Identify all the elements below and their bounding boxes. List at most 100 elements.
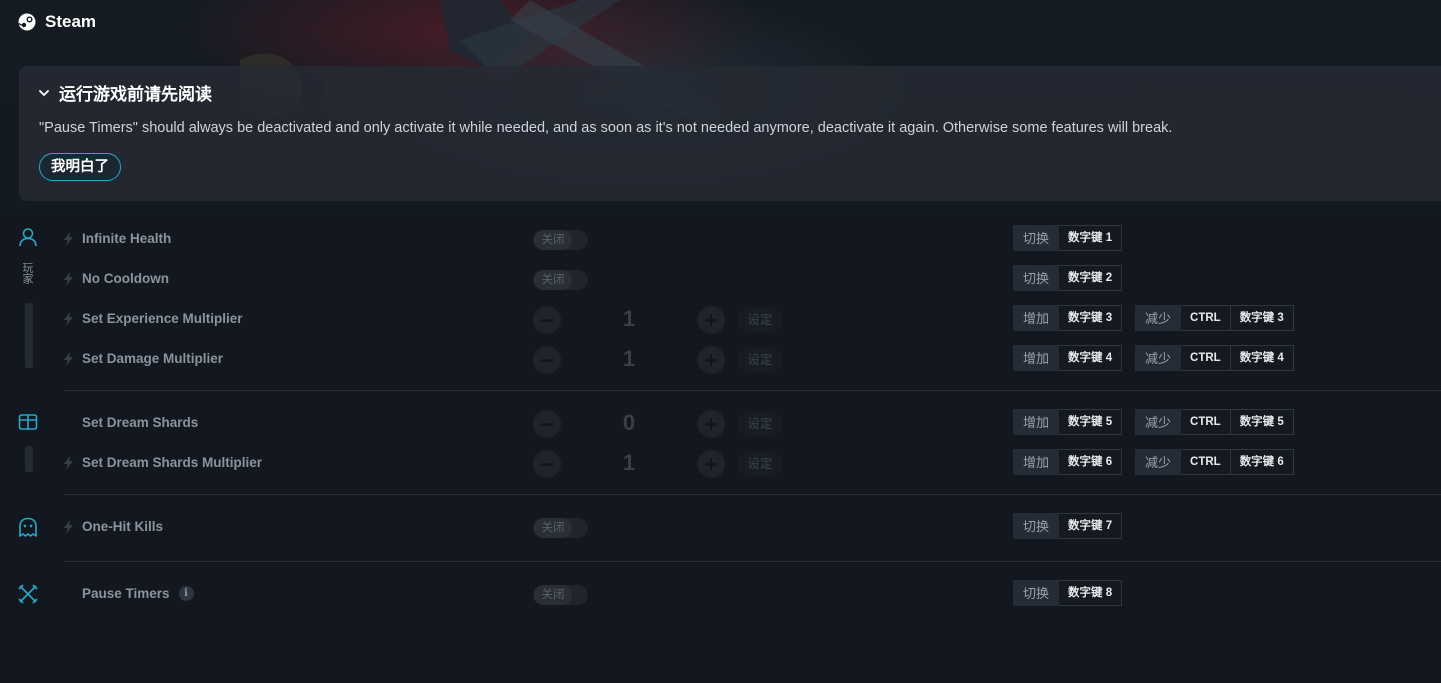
hotkey-decrease[interactable]: 减少 CTRL 数字键 4 <box>1135 345 1294 371</box>
notice-title: 运行游戏前请先阅读 <box>59 85 212 104</box>
hotkey-action-label: 增加 <box>1013 345 1060 371</box>
decrease-button[interactable] <box>533 346 561 374</box>
hotkey-increase[interactable]: 增加 数字键 3 <box>1013 305 1123 331</box>
increase-button[interactable] <box>697 410 725 438</box>
hotkey-key: 数字键 3 <box>1230 305 1294 331</box>
hotkey-modifier: CTRL <box>1181 409 1231 435</box>
cheat-label: No Cooldown <box>82 271 169 286</box>
hotkey-decrease[interactable]: 减少 CTRL 数字键 6 <box>1135 449 1294 475</box>
hotkey-action-label: 减少 <box>1135 305 1182 331</box>
cheat-row-experience-multiplier: Set Experience Multiplier 1 设定 增加 数字键 3 … <box>0 304 1441 334</box>
notice-panel: 运行游戏前请先阅读 "Pause Timers" should always b… <box>19 66 1441 201</box>
toggle-switch[interactable]: 关闭 <box>533 230 588 250</box>
notice-text: "Pause Timers" should always be deactiva… <box>39 120 1173 136</box>
hotkey-key: 数字键 6 <box>1059 449 1123 475</box>
toggle-state-label: 关闭 <box>534 230 572 250</box>
toggle-state-label: 关闭 <box>534 585 572 605</box>
hotkey-action-label: 增加 <box>1013 305 1060 331</box>
hotkey-key: 数字键 1 <box>1059 225 1123 251</box>
apply-button[interactable]: 设定 <box>737 412 783 436</box>
cheat-label: One-Hit Kills <box>82 519 164 534</box>
hotkey-increase[interactable]: 增加 数字键 4 <box>1013 345 1123 371</box>
cheat-row-infinite-health: Infinite Health 关闭 切换 数字键 1 <box>0 224 1441 254</box>
cheat-row-pause-timers: Pause Timers i 关闭 切换 数字键 8 <box>0 579 1441 609</box>
stepper-value: 0 <box>622 410 636 435</box>
hotkey-key: 数字键 2 <box>1059 265 1123 291</box>
toggle-switch[interactable]: 关闭 <box>533 585 588 605</box>
cheat-label: Infinite Health <box>82 231 172 246</box>
cheat-label: Set Experience Multiplier <box>82 311 243 326</box>
cheat-row-no-cooldown: No Cooldown 关闭 切换 数字键 2 <box>0 264 1441 294</box>
hotkey-toggle[interactable]: 切换 数字键 8 <box>1013 580 1123 606</box>
cheat-row-one-hit-kills: One-Hit Kills 关闭 切换 数字键 7 <box>0 512 1441 542</box>
hotkey-toggle[interactable]: 切换 数字键 2 <box>1013 265 1123 291</box>
hotkey-key: 数字键 5 <box>1230 409 1294 435</box>
cheat-row-dream-shards-multiplier: Set Dream Shards Multiplier 1 设定 增加 数字键 … <box>0 448 1441 478</box>
increase-button[interactable] <box>697 450 725 478</box>
notice-header[interactable]: 运行游戏前请先阅读 <box>37 80 212 105</box>
cheat-row-damage-multiplier: Set Damage Multiplier 1 设定 增加 数字键 4 减少 C… <box>0 344 1441 374</box>
hotkey-key: 数字键 5 <box>1059 409 1123 435</box>
apply-button[interactable]: 设定 <box>737 348 783 372</box>
toggle-state-label: 关闭 <box>534 518 572 538</box>
hotkey-action-label: 减少 <box>1135 449 1182 475</box>
section-divider <box>64 561 1441 562</box>
stepper-value: 1 <box>622 450 636 475</box>
hotkey-key: 数字键 6 <box>1230 449 1294 475</box>
apply-button[interactable]: 设定 <box>737 452 783 476</box>
increase-button[interactable] <box>697 346 725 374</box>
acknowledge-button[interactable]: 我明白了 <box>39 153 121 181</box>
section-divider <box>64 390 1441 391</box>
hotkey-modifier: CTRL <box>1181 345 1231 371</box>
lightning-icon <box>64 456 73 470</box>
cheat-label-group: Pause Timers i <box>82 586 194 601</box>
hotkey-key: 数字键 7 <box>1059 513 1123 539</box>
apply-button[interactable]: 设定 <box>737 308 783 332</box>
cheat-label: Set Dream Shards Multiplier <box>82 455 263 470</box>
chevron-down-icon[interactable] <box>37 86 51 100</box>
lightning-icon <box>64 232 73 246</box>
hotkey-action-label: 增加 <box>1013 409 1060 435</box>
hotkey-action-label: 减少 <box>1135 409 1182 435</box>
hotkey-action-label: 切换 <box>1013 513 1060 539</box>
cheat-label: Set Dream Shards <box>82 415 199 430</box>
hotkey-action-label: 切换 <box>1013 580 1060 606</box>
hotkey-decrease[interactable]: 减少 CTRL 数字键 5 <box>1135 409 1294 435</box>
cheat-row-dream-shards: Set Dream Shards 0 设定 增加 数字键 5 减少 CTRL 数… <box>0 408 1441 438</box>
hotkey-modifier: CTRL <box>1181 305 1231 331</box>
info-icon[interactable]: i <box>178 586 194 601</box>
increase-button[interactable] <box>697 306 725 334</box>
toggle-state-label: 关闭 <box>534 270 572 290</box>
section-divider <box>64 494 1441 495</box>
lightning-icon <box>64 272 73 286</box>
hotkey-action-label: 切换 <box>1013 225 1060 251</box>
lightning-icon <box>64 520 73 534</box>
hotkey-action-label: 增加 <box>1013 449 1060 475</box>
lightning-icon <box>64 312 73 326</box>
hotkey-action-label: 减少 <box>1135 345 1182 371</box>
hotkey-key: 数字键 8 <box>1059 580 1123 606</box>
stepper-value: 1 <box>622 306 636 331</box>
lightning-icon <box>64 352 73 366</box>
cheat-label: Pause Timers <box>82 586 170 601</box>
hotkey-toggle[interactable]: 切换 数字键 1 <box>1013 225 1123 251</box>
app-title: Steam <box>45 12 97 31</box>
hotkey-decrease[interactable]: 减少 CTRL 数字键 3 <box>1135 305 1294 331</box>
hotkey-action-label: 切换 <box>1013 265 1060 291</box>
decrease-button[interactable] <box>533 450 561 478</box>
hotkey-toggle[interactable]: 切换 数字键 7 <box>1013 513 1123 539</box>
hotkey-key: 数字键 3 <box>1059 305 1123 331</box>
steam-logo-icon <box>18 13 36 31</box>
decrease-button[interactable] <box>533 410 561 438</box>
hotkey-key: 数字键 4 <box>1230 345 1294 371</box>
decrease-button[interactable] <box>533 306 561 334</box>
hotkey-increase[interactable]: 增加 数字键 6 <box>1013 449 1123 475</box>
title-bar: Steam <box>18 10 96 34</box>
cheat-label: Set Damage Multiplier <box>82 351 224 366</box>
toggle-switch[interactable]: 关闭 <box>533 270 588 290</box>
stepper-value: 1 <box>622 346 636 371</box>
hotkey-key: 数字键 4 <box>1059 345 1123 371</box>
hotkey-modifier: CTRL <box>1181 449 1231 475</box>
hotkey-increase[interactable]: 增加 数字键 5 <box>1013 409 1123 435</box>
toggle-switch[interactable]: 关闭 <box>533 518 588 538</box>
